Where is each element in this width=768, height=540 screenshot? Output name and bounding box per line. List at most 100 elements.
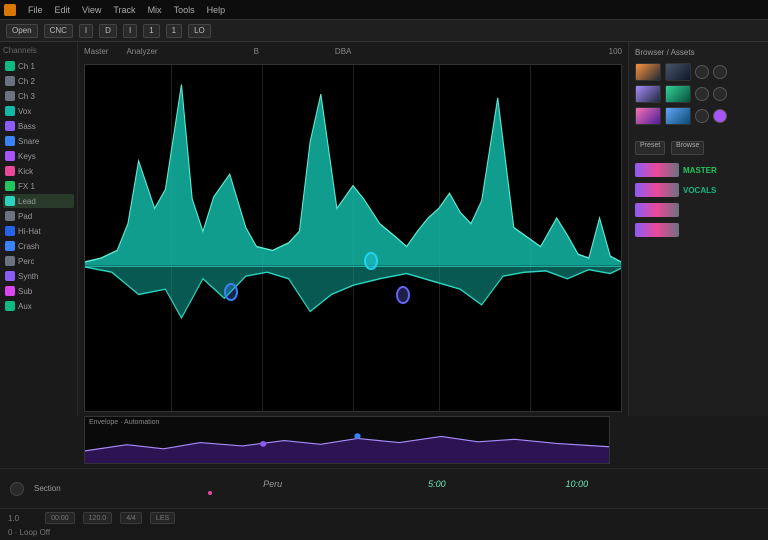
clip-row-1[interactable]: VOCALS (635, 181, 762, 199)
channel-row-2[interactable]: Ch 3 (3, 89, 74, 103)
channel-row-12[interactable]: Crash (3, 239, 74, 253)
status-footer: 1.0 00:00 120.0 4/4 LES 0 · Loop Off (0, 508, 768, 540)
clip-row-3[interactable] (635, 221, 762, 239)
tool-4[interactable]: D (99, 24, 117, 38)
tool-5[interactable]: I (123, 24, 137, 38)
thumb-ctrl-5[interactable] (695, 109, 709, 123)
footer-version: 1.0 (8, 514, 19, 523)
channel-label: Vox (18, 107, 31, 116)
clip-label: MASTER (683, 166, 717, 175)
menu-tools[interactable]: Tools (174, 5, 195, 15)
envelope-lane[interactable]: Envelope · Automation (84, 416, 610, 464)
channel-row-4[interactable]: Bass (3, 119, 74, 133)
timeline-bar: Section Peru 5:00 10:00 (0, 468, 768, 508)
channel-row-11[interactable]: Hi-Hat (3, 224, 74, 238)
menu-file[interactable]: File (28, 5, 43, 15)
menu-edit[interactable]: Edit (55, 5, 71, 15)
thumb-ctrl-6[interactable] (713, 109, 727, 123)
section-label: Section (34, 484, 61, 493)
browse-button[interactable]: Browse (671, 141, 704, 155)
channel-row-0[interactable]: Ch 1 (3, 59, 74, 73)
asset-thumb-2[interactable] (665, 63, 691, 81)
asset-thumb-1[interactable] (635, 63, 661, 81)
asset-thumb-6[interactable] (665, 107, 691, 125)
channel-label: Perc (18, 257, 34, 266)
menu-track[interactable]: Track (113, 5, 135, 15)
channel-label: Pad (18, 212, 32, 221)
marker-2[interactable] (364, 252, 378, 270)
tool-7[interactable]: 1 (166, 24, 182, 38)
footer-loop: 0 · Loop Off (8, 528, 50, 537)
channel-row-9[interactable]: Lead (3, 194, 74, 208)
menu-view[interactable]: View (82, 5, 101, 15)
timeline-track[interactable]: Peru 5:00 10:00 (71, 469, 758, 508)
asset-thumb-5[interactable] (635, 107, 661, 125)
sidebar-header: Channels (3, 46, 74, 55)
waveform-panel: Master Analyzer B DBA 100 (78, 42, 628, 416)
channel-row-7[interactable]: Kick (3, 164, 74, 178)
clip-label: VOCALS (683, 186, 716, 195)
channel-label: FX 1 (18, 182, 35, 191)
footer-les[interactable]: LES (150, 512, 175, 524)
asset-thumb-4[interactable] (665, 85, 691, 103)
field-b[interactable]: B (254, 47, 259, 56)
preset-button[interactable]: Preset (635, 141, 665, 155)
channel-row-10[interactable]: Pad (3, 209, 74, 223)
menu-help[interactable]: Help (207, 5, 226, 15)
channel-row-14[interactable]: Synth (3, 269, 74, 283)
channel-row-16[interactable]: Aux (3, 299, 74, 313)
asset-thumb-3[interactable] (635, 85, 661, 103)
channel-swatch (5, 301, 15, 311)
tool-8[interactable]: LO (188, 24, 211, 38)
channel-swatch (5, 106, 15, 116)
channel-row-6[interactable]: Keys (3, 149, 74, 163)
menu-mix[interactable]: Mix (148, 5, 162, 15)
clip-row-2[interactable] (635, 201, 762, 219)
tool-6[interactable]: 1 (143, 24, 159, 38)
tab-master[interactable]: Master (84, 47, 108, 56)
channel-label: Lead (18, 197, 36, 206)
channel-label: Ch 3 (18, 92, 35, 101)
channel-label: Crash (18, 242, 39, 251)
timeline-peru: Peru (263, 479, 282, 489)
channel-label: Hi-Hat (18, 227, 41, 236)
field-dba[interactable]: DBA (335, 47, 351, 56)
thumb-row-3 (635, 107, 762, 125)
toolbar: Open CNC I D I 1 1 LO (0, 20, 768, 42)
channel-swatch (5, 226, 15, 236)
timeline-marker-1[interactable] (208, 491, 212, 495)
footer-time[interactable]: 00:00 (45, 512, 75, 524)
tool-cnc[interactable]: CNC (44, 24, 73, 38)
channel-label: Aux (18, 302, 32, 311)
tool-3[interactable]: I (79, 24, 93, 38)
channel-label: Keys (18, 152, 36, 161)
channel-swatch (5, 121, 15, 131)
right-panel-header: Browser / Assets (635, 48, 762, 57)
channel-row-1[interactable]: Ch 2 (3, 74, 74, 88)
channel-swatch (5, 166, 15, 176)
footer-sig[interactable]: 4/4 (120, 512, 142, 524)
channel-row-5[interactable]: Snare (3, 134, 74, 148)
waveform-display[interactable] (84, 64, 622, 412)
timeline-time-1: 5:00 (428, 479, 446, 489)
thumb-ctrl-2[interactable] (713, 65, 727, 79)
channel-row-8[interactable]: FX 1 (3, 179, 74, 193)
tool-open[interactable]: Open (6, 24, 38, 38)
zoom-value[interactable]: 100 (609, 47, 622, 56)
thumb-ctrl-1[interactable] (695, 65, 709, 79)
channel-label: Bass (18, 122, 36, 131)
footer-bpm[interactable]: 120.0 (83, 512, 113, 524)
channel-row-3[interactable]: Vox (3, 104, 74, 118)
play-icon[interactable] (10, 482, 24, 496)
tab-analyzer[interactable]: Analyzer (126, 47, 157, 56)
thumb-ctrl-3[interactable] (695, 87, 709, 101)
channel-swatch (5, 61, 15, 71)
thumb-ctrl-4[interactable] (713, 87, 727, 101)
channel-row-15[interactable]: Sub (3, 284, 74, 298)
clip-thumb (635, 163, 679, 177)
channel-label: Kick (18, 167, 33, 176)
app-icon (4, 4, 16, 16)
clip-thumb (635, 183, 679, 197)
channel-row-13[interactable]: Perc (3, 254, 74, 268)
clip-row-0[interactable]: MASTER (635, 161, 762, 179)
